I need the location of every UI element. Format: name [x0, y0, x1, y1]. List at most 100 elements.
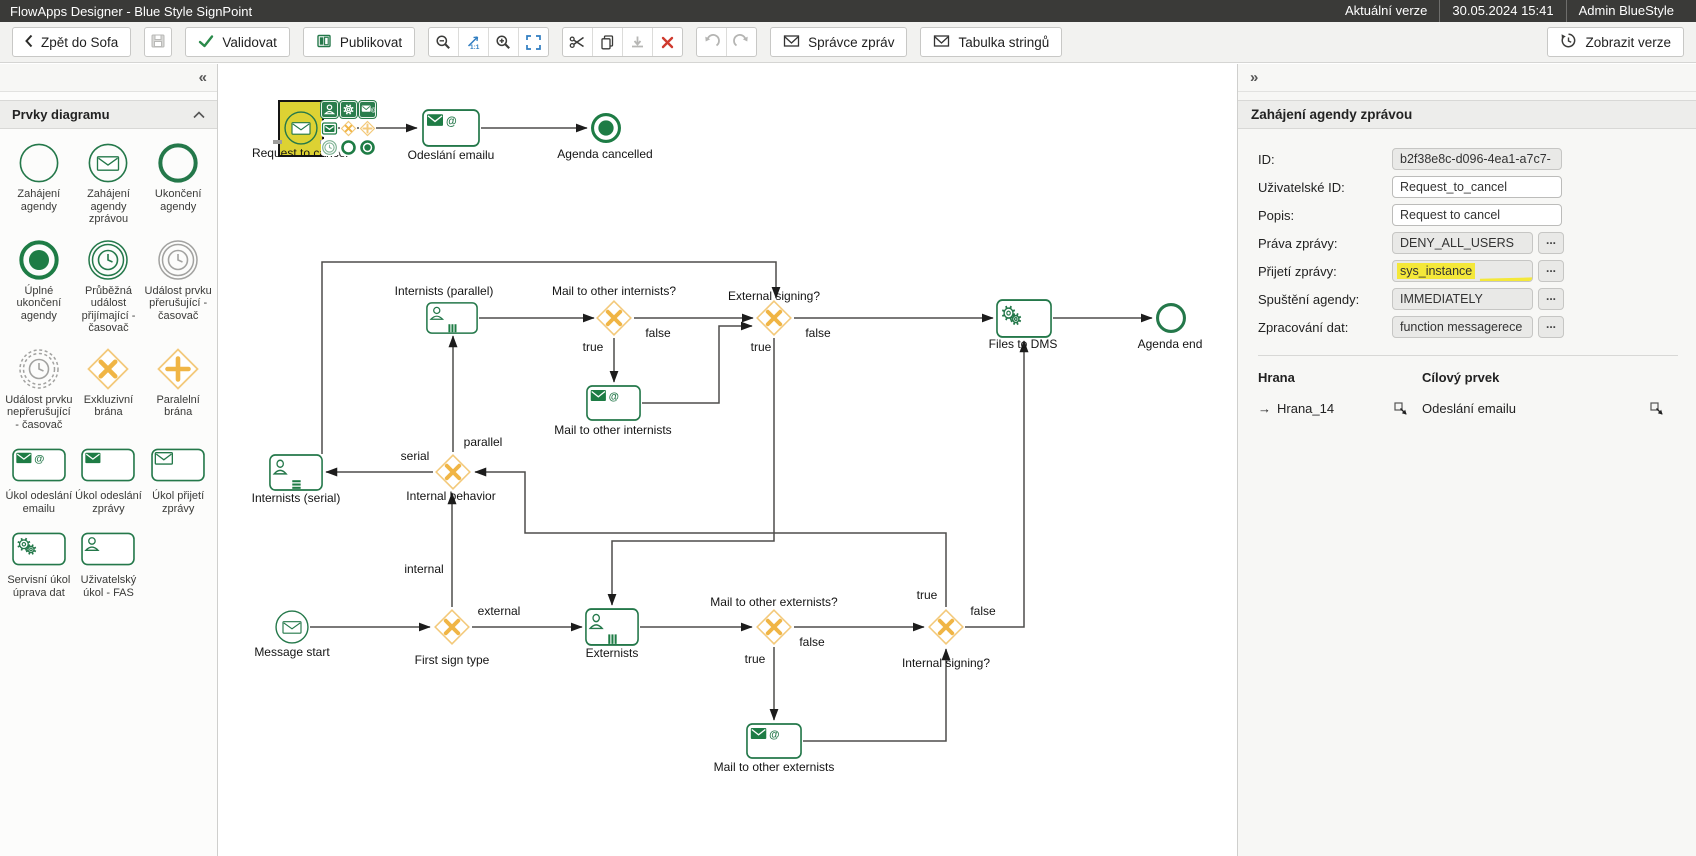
node-odeslani-emailu[interactable]: @ — [422, 109, 480, 147]
data-processing-field-more-button[interactable]: ... — [1538, 316, 1564, 338]
full-end-event-quick-icon[interactable] — [359, 139, 376, 156]
message-manager-button[interactable]: Správce zpráv — [770, 27, 907, 57]
palette-section-title: Prvky diagramu — [12, 107, 110, 122]
zoom-in-button[interactable] — [488, 28, 518, 56]
palette-item-service-task-item[interactable]: Servisní úkol úprava dat — [5, 527, 73, 599]
full-end-event-item-icon — [18, 238, 60, 282]
edge-14[interactable] — [612, 338, 774, 605]
svg-text:@: @ — [609, 391, 619, 403]
parallel-gateway-quick-icon[interactable] — [359, 120, 376, 137]
palette-item-user-task-item[interactable]: Uživatelský úkol - FAS — [75, 527, 143, 599]
node-mail-to-other-internists[interactable]: @ — [586, 385, 641, 421]
node-request-to-cancel[interactable] — [283, 110, 319, 146]
palette-item-send-email-task-item[interactable]: @Úkol odeslání emailu — [5, 443, 73, 515]
zoom-out-button[interactable] — [429, 28, 458, 56]
timer-event-quick-icon[interactable] — [321, 139, 338, 156]
palette-item-intermediate-timer-event-item[interactable]: Průběžná událost přijímající - časovač — [75, 238, 143, 335]
node-agenda-end[interactable] — [1155, 302, 1187, 334]
edge-8[interactable] — [322, 262, 776, 454]
palette-item-end-event-item[interactable]: Ukončení agendy — [144, 141, 212, 226]
undo-button[interactable] — [697, 28, 726, 56]
publish-button-label: Publikovat — [340, 35, 402, 50]
current-user: Admin BlueStyle — [1567, 0, 1686, 22]
edge-label-true: true — [583, 340, 604, 354]
palette-item-label: Ukončení agendy — [144, 188, 212, 213]
redo-button[interactable] — [726, 28, 756, 56]
node-mail-to-other-internists-gw[interactable] — [595, 299, 633, 337]
edge-name: Hrana_14 — [1277, 401, 1334, 416]
node-internal-signing-gw[interactable] — [927, 608, 965, 646]
palette-item-exclusive-gateway-item[interactable]: Exkluzivní brána — [75, 347, 143, 432]
description-field-label: Popis: — [1258, 208, 1392, 223]
strings-table-button[interactable]: Tabulka stringů — [920, 27, 1062, 57]
target-column: Cílový prvek Odeslání emailu — [1422, 370, 1678, 416]
publish-button[interactable]: Publikovat — [303, 27, 415, 57]
palette-item-full-end-event-item[interactable]: Úplné ukončení agendy — [5, 238, 73, 335]
validate-button[interactable]: Validovat — [185, 27, 290, 57]
select-edge-button[interactable] — [1394, 402, 1408, 416]
message-rights-field-input[interactable]: DENY_ALL_USERS — [1392, 232, 1533, 254]
palette-item-label: Paralelní brána — [144, 394, 212, 419]
target-column-header: Cílový prvek — [1422, 370, 1678, 385]
id-field-input[interactable]: b2f38e8c-d096-4ea1-a7c7- — [1392, 148, 1562, 170]
node-files-to-dms[interactable] — [996, 299, 1052, 338]
edge-21[interactable] — [965, 341, 1024, 627]
data-processing-field-input[interactable]: function messagerece — [1392, 316, 1533, 338]
collapse-sidebar-icon[interactable]: « — [199, 69, 207, 86]
palette-item-send-message-task-item[interactable]: Úkol odeslání zprávy — [75, 443, 143, 515]
node-mail-to-other-externists[interactable]: @ — [746, 723, 802, 759]
service-task-quick-icon[interactable] — [340, 101, 357, 118]
node-mail-to-other-internists-label: Mail to other internists — [554, 423, 671, 437]
agenda-start-field-input[interactable]: IMMEDIATELY — [1392, 288, 1533, 310]
node-mail-to-other-externists-gw[interactable] — [755, 608, 793, 646]
palette-item-message-start-event-item[interactable]: Zahájení agendy zprávou — [75, 141, 143, 226]
node-message-start[interactable] — [274, 609, 310, 645]
palette-item-receive-message-task-item[interactable]: Úkol přijetí zprávy — [144, 443, 212, 515]
cut-button[interactable] — [563, 28, 592, 56]
node-first-sign-type[interactable] — [433, 608, 471, 646]
panel-body: ID:b2f38e8c-d096-4ea1-a7c7-Uživatelské I… — [1238, 129, 1696, 416]
node-internists-parallel[interactable] — [426, 302, 478, 334]
palette-item-parallel-gateway-item[interactable]: Paralelní brána — [144, 347, 212, 432]
exclusive-gateway-quick-icon[interactable] — [340, 120, 357, 137]
palette-item-start-event-item[interactable]: Zahájení agendy — [5, 141, 73, 226]
palette-item-boundary-timer-noninterrupting-item[interactable]: Událost prvku nepřerušující - časovač — [5, 347, 73, 432]
edge-20[interactable] — [475, 472, 946, 607]
message-task-quick-icon[interactable] — [321, 120, 338, 137]
back-button[interactable]: Zpět do Sofa — [12, 27, 131, 57]
node-externists[interactable] — [585, 608, 639, 646]
delete-button[interactable] — [652, 28, 682, 56]
node-agenda-cancelled[interactable] — [590, 112, 622, 144]
show-versions-button[interactable]: Zobrazit verze — [1547, 27, 1684, 57]
download-button[interactable] — [622, 28, 652, 56]
node-odeslani-emailu-label: Odeslání emailu — [408, 148, 495, 162]
user-id-field-input[interactable]: Request_to_cancel — [1392, 176, 1562, 198]
selection-handle[interactable] — [273, 140, 282, 144]
message-receive-field-input[interactable]: sys_instance — [1392, 260, 1533, 282]
message-manager-label: Správce zpráv — [808, 35, 894, 50]
user-id-field-row: Uživatelské ID:Request_to_cancel — [1258, 173, 1678, 201]
history-group — [696, 27, 757, 57]
node-agenda-cancelled-label: Agenda cancelled — [557, 147, 652, 161]
node-internists-serial[interactable] — [269, 454, 323, 491]
palette-section-header[interactable]: Prvky diagramu — [0, 100, 217, 129]
edge-label-parallel: parallel — [464, 435, 503, 449]
node-external-signing-gw[interactable] — [755, 299, 793, 337]
save-button[interactable] — [144, 27, 172, 57]
collapse-panel-icon[interactable]: » — [1250, 69, 1258, 86]
message-receive-field-more-button[interactable]: ... — [1538, 260, 1564, 282]
user-task-quick-icon[interactable] — [321, 101, 338, 118]
description-field-input[interactable]: Request to cancel — [1392, 204, 1562, 226]
zoom-reset-button[interactable]: 1:1 — [458, 28, 488, 56]
end-event-quick-icon[interactable] — [340, 139, 357, 156]
message-rights-field-more-button[interactable]: ... — [1538, 232, 1564, 254]
fit-view-button[interactable] — [518, 28, 548, 56]
email-task-quick-icon[interactable]: @ — [359, 101, 376, 118]
element-palette-sidebar: « Prvky diagramu Zahájení agendyZahájení… — [0, 64, 218, 856]
diagram-canvas[interactable]: externalinternalserialparallelfalsetruef… — [218, 64, 1237, 856]
palette-item-boundary-timer-interrupting-item[interactable]: Událost prvku přerušující - časovač — [144, 238, 212, 335]
copy-button[interactable] — [592, 28, 622, 56]
select-target-button[interactable] — [1650, 402, 1664, 416]
agenda-start-field-more-button[interactable]: ... — [1538, 288, 1564, 310]
node-internal-behavior[interactable] — [434, 453, 472, 491]
